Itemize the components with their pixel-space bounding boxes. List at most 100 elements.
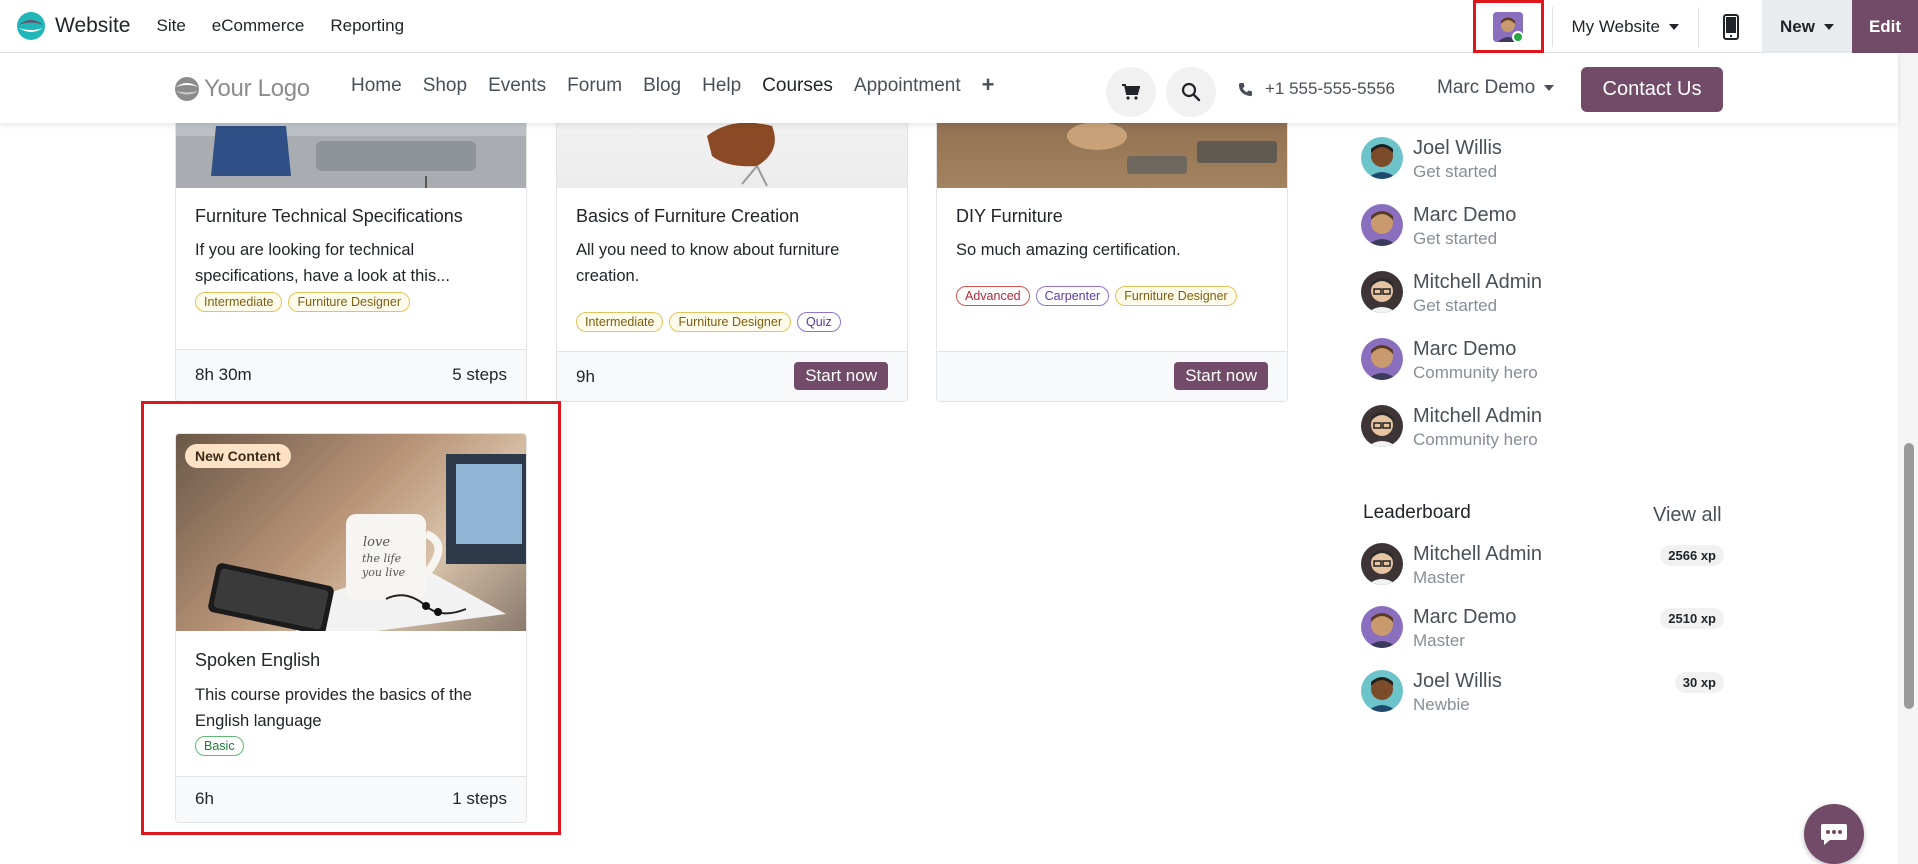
course-description: All you need to know about furniture cre… [576,241,840,285]
tag-intermediate[interactable]: Intermediate [195,292,283,312]
tag-furniture-designer[interactable]: Furniture Designer [288,292,410,312]
course-tags: Intermediate Furniture Designer Quiz [576,312,847,332]
my-website-dropdown[interactable]: My Website [1553,0,1699,53]
app-brand[interactable]: Website [16,11,130,41]
leaderboard-rank: Master [1413,631,1465,650]
avatar [1361,543,1403,585]
new-button[interactable]: New [1762,0,1852,53]
activity-item[interactable]: Mitchell Admin Community hero [1361,405,1542,450]
course-description: If you are looking for technical specifi… [195,241,450,285]
course-duration: 9h [576,367,595,386]
course-title[interactable]: Furniture Technical Specifications [195,206,463,227]
activity-info: Mitchell Admin Community hero [1413,405,1542,450]
course-description: So much amazing certification. [956,241,1181,259]
avatar [1361,271,1403,313]
course-tags: Intermediate Furniture Designer [195,292,416,312]
nav-shop[interactable]: Shop [423,75,467,98]
activity-item[interactable]: Joel Willis Get started [1361,137,1502,182]
course-card[interactable]: Furniture Technical Specifications If yo… [175,95,527,402]
chevron-down-icon [1669,23,1679,30]
new-label: New [1780,16,1815,36]
view-all-link[interactable]: View all [1653,504,1722,527]
contact-us-button[interactable]: Contact Us [1581,67,1723,112]
mobile-phone-icon [1722,13,1739,40]
chevron-down-icon [1823,23,1834,30]
user-dropdown[interactable]: Marc Demo [1437,77,1555,99]
xp-badge: 2510 xp [1660,608,1724,629]
activity-item[interactable]: Marc Demo Community hero [1361,338,1538,383]
leaderboard-info: Joel Willis Newbie [1413,670,1502,715]
phone-icon [1238,82,1253,96]
course-tags: Advanced Carpenter Furniture Designer [956,286,1243,306]
nav-help[interactable]: Help [702,75,741,98]
course-title[interactable]: Basics of Furniture Creation [576,206,799,227]
phone-contact[interactable]: +1 555-555-5556 [1238,79,1395,99]
admin-top-bar: Website Site eCommerce Reporting My Webs… [0,0,1918,53]
activity-status: Get started [1413,296,1498,315]
menu-site[interactable]: Site [156,16,185,36]
logo-text: Your Logo [204,75,310,102]
start-now-button[interactable]: Start now [794,362,888,390]
course-title[interactable]: DIY Furniture [956,206,1063,227]
tag-quiz[interactable]: Quiz [797,312,841,332]
activity-user-name: Marc Demo [1413,204,1517,226]
add-menu-item-icon[interactable]: + [982,72,995,98]
activity-info: Marc Demo Get started [1413,204,1516,249]
avatar [1361,338,1403,380]
avatar [1361,204,1403,246]
activity-status: Community hero [1413,363,1538,382]
activity-user-name: Joel Willis [1413,137,1502,159]
course-steps: 5 steps [452,365,507,384]
nav-home[interactable]: Home [351,75,402,98]
leaderboard-entry[interactable]: Marc Demo Master 2510 xp [1361,606,1724,651]
main-nav: Home Shop Events Forum Blog Help Courses… [351,72,1015,98]
site-logo[interactable]: Your Logo [174,75,310,103]
nav-appointment[interactable]: Appointment [854,75,961,98]
app-name: Website [55,14,131,37]
tag-furniture-designer[interactable]: Furniture Designer [1115,286,1237,306]
activity-user-name: Mitchell Admin [1413,405,1542,427]
user-avatar-button[interactable] [1472,0,1544,53]
activity-status: Get started [1413,162,1498,181]
menu-reporting[interactable]: Reporting [330,16,404,36]
tag-advanced[interactable]: Advanced [956,286,1030,306]
course-footer: Start now [937,351,1287,401]
avatar [1361,606,1403,648]
website-header: Your Logo Home Shop Events Forum Blog He… [0,53,1898,123]
cart-button[interactable] [1106,67,1156,117]
course-card[interactable]: Basics of Furniture Creation All you nee… [556,95,908,402]
website-app-icon [16,11,46,41]
start-now-button[interactable]: Start now [1174,362,1268,390]
activity-info: Marc Demo Community hero [1413,338,1538,383]
nav-forum[interactable]: Forum [567,75,622,98]
avatar [1361,670,1403,712]
activity-info: Joel Willis Get started [1413,137,1502,182]
leaderboard-entry[interactable]: Joel Willis Newbie 30 xp [1361,670,1724,715]
user-name: Marc Demo [1437,77,1536,98]
edit-button[interactable]: Edit [1852,0,1918,53]
xp-badge: 30 xp [1674,672,1724,693]
menu-ecommerce[interactable]: eCommerce [212,16,305,36]
livechat-button[interactable] [1804,804,1864,864]
nav-events[interactable]: Events [488,75,546,98]
activity-user-name: Marc Demo [1413,338,1517,360]
nav-blog[interactable]: Blog [643,75,681,98]
scrollbar-thumb[interactable] [1904,443,1914,709]
course-card[interactable]: DIY Furniture So much amazing certificat… [936,95,1288,402]
tag-furniture-designer[interactable]: Furniture Designer [669,312,791,332]
activity-status: Community hero [1413,430,1538,449]
activity-item[interactable]: Mitchell Admin Get started [1361,271,1542,316]
phone-number: +1 555-555-5556 [1265,79,1395,98]
tag-carpenter[interactable]: Carpenter [1035,286,1110,306]
leaderboard-entry[interactable]: Mitchell Admin Master 2566 xp [1361,543,1724,588]
nav-courses[interactable]: Courses [762,75,833,98]
leaderboard-rank: Master [1413,568,1465,587]
activity-item[interactable]: Marc Demo Get started [1361,204,1516,249]
activity-info: Mitchell Admin Get started [1413,271,1542,316]
search-button[interactable] [1166,67,1216,117]
tag-intermediate[interactable]: Intermediate [576,312,664,332]
mobile-preview-button[interactable] [1699,0,1762,53]
chat-bubble-icon [1821,824,1847,845]
cart-icon [1122,84,1140,100]
leaderboard-title: Leaderboard [1363,502,1471,523]
